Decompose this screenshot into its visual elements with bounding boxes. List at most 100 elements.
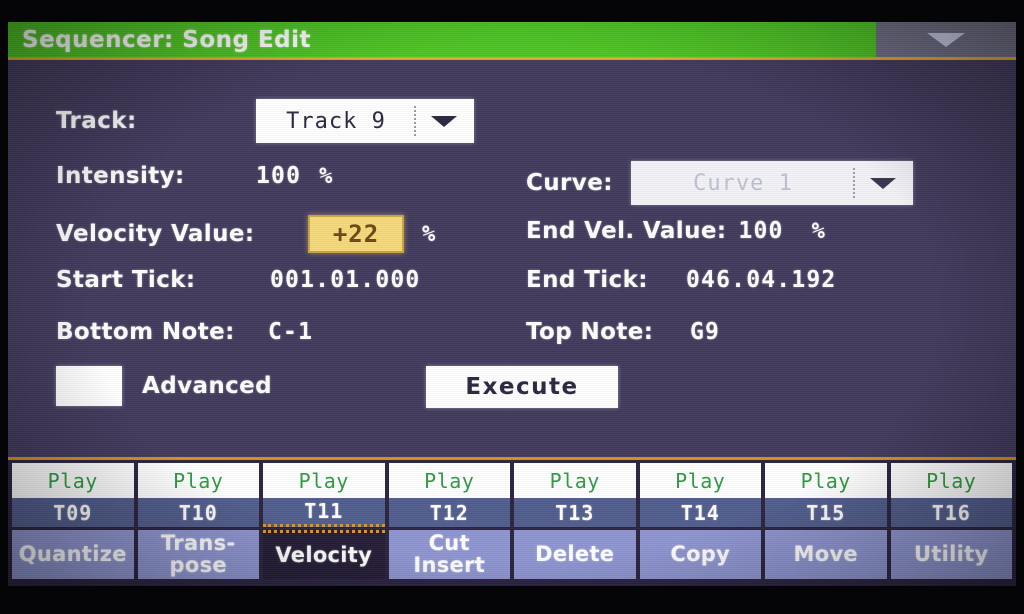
tab-label: Quantize — [18, 541, 127, 566]
track-name-label: T11 — [304, 499, 344, 523]
track-name-cell[interactable]: T09 — [12, 498, 134, 527]
chevron-down-icon — [431, 115, 457, 127]
track-combo-value: Track 9 — [286, 108, 386, 134]
bottom-note-value[interactable]: C-1 — [268, 319, 313, 345]
tab-quantize[interactable]: Quantize — [12, 530, 134, 579]
track-combo-arrow[interactable] — [416, 115, 472, 127]
track-name-cell[interactable]: T15 — [765, 498, 887, 527]
end-vel-value-unit: % — [811, 218, 825, 244]
bottom-note-label: Bottom Note: — [56, 319, 235, 345]
track-status-label: Play — [549, 468, 600, 493]
track-status-button[interactable]: Play — [890, 463, 1012, 498]
chevron-down-icon — [927, 32, 965, 47]
device-frame: Sequencer: Song Edit Track: Track 9 Inte… — [0, 0, 1024, 614]
track-name-label: T10 — [178, 500, 218, 525]
track-combo[interactable]: Track 9 — [256, 99, 474, 143]
track-status-label: Play — [675, 468, 726, 493]
lcd-screen: Sequencer: Song Edit Track: Track 9 Inte… — [8, 22, 1016, 586]
curve-label: Curve: — [526, 170, 613, 196]
execute-row: Execute — [426, 366, 618, 408]
tab-utility[interactable]: Utility — [890, 530, 1012, 579]
tab-cut-insert[interactable]: Cut Insert — [388, 530, 510, 579]
track-name-label: T13 — [555, 500, 595, 525]
page-menu-button[interactable] — [876, 22, 1016, 57]
track-label: Track: — [56, 108, 137, 134]
end-tick-row: End Tick: 046.04.192 — [526, 267, 836, 293]
top-note-label: Top Note: — [526, 319, 654, 345]
track-status-label: Play — [173, 468, 224, 493]
track-status-button[interactable]: Play — [514, 463, 636, 498]
end-tick-label: End Tick: — [526, 267, 648, 293]
velocity-value-label: Velocity Value: — [56, 221, 255, 247]
track-name-label: T16 — [931, 500, 971, 525]
track-status-label: Play — [800, 468, 851, 493]
tab-label: Trans- pose — [160, 530, 236, 577]
curve-combo[interactable]: Curve 1 — [631, 161, 913, 205]
end-vel-value-row: End Vel. Value: 100 % — [526, 218, 825, 244]
track-status-button[interactable]: Play — [12, 463, 134, 498]
track-name-cell[interactable]: T12 — [388, 498, 510, 527]
track-row: Track: Track 9 — [56, 99, 474, 143]
start-tick-label: Start Tick: — [56, 267, 196, 293]
tab-delete[interactable]: Delete — [514, 530, 636, 579]
bottom-note-row: Bottom Note: C-1 — [56, 319, 313, 345]
tab-trans-pose[interactable]: Trans- pose — [137, 530, 259, 579]
tab-label: Move — [793, 541, 858, 566]
curve-row: Curve: Curve 1 — [526, 161, 913, 205]
track-name-cell[interactable]: T14 — [639, 498, 761, 527]
tab-label: Cut Insert — [413, 530, 486, 577]
tab-move[interactable]: Move — [765, 530, 887, 579]
curve-combo-value: Curve 1 — [693, 170, 793, 196]
end-vel-value-label: End Vel. Value: — [526, 218, 727, 244]
track-name-row: T09 T10 T11 T12 T13 T14 T15 T16 — [8, 498, 1016, 527]
intensity-unit: % — [319, 163, 333, 189]
velocity-value-unit: % — [422, 221, 436, 247]
track-status-button[interactable]: Play — [137, 463, 259, 498]
track-status-label: Play — [47, 468, 98, 493]
start-tick-row: Start Tick: 001.01.000 — [56, 267, 420, 293]
track-name-label: T09 — [53, 500, 93, 525]
tab-label: Utility — [913, 541, 989, 566]
chevron-down-icon — [870, 177, 896, 189]
tab-label: Velocity — [275, 543, 373, 568]
advanced-checkbox[interactable] — [56, 366, 122, 406]
tab-velocity[interactable]: Velocity — [263, 530, 385, 579]
track-name-label: T14 — [680, 500, 720, 525]
track-status-button[interactable]: Play — [765, 463, 887, 498]
track-status-button[interactable]: Play — [639, 463, 761, 498]
top-note-row: Top Note: G9 — [526, 319, 720, 345]
track-status-button[interactable]: Play — [388, 463, 510, 498]
end-tick-value[interactable]: 046.04.192 — [686, 267, 836, 293]
tab-copy[interactable]: Copy — [639, 530, 761, 579]
page-title: Sequencer: Song Edit — [22, 26, 312, 53]
track-name-cell[interactable]: T11 — [263, 498, 385, 527]
intensity-label: Intensity: — [56, 163, 185, 189]
intensity-value[interactable]: 100 — [256, 163, 301, 189]
track-name-cell[interactable]: T10 — [137, 498, 259, 527]
track-status-label: Play — [424, 468, 475, 493]
end-vel-value-text[interactable]: 100 — [738, 218, 783, 244]
tab-label: Copy — [670, 541, 731, 566]
tab-label: Delete — [535, 541, 615, 566]
track-name-cell[interactable]: T16 — [890, 498, 1012, 527]
top-note-value[interactable]: G9 — [690, 319, 720, 345]
velocity-value-text: +22 — [332, 220, 380, 248]
title-bar: Sequencer: Song Edit — [8, 22, 1016, 60]
title-bar-green-area: Sequencer: Song Edit — [8, 22, 876, 57]
track-name-label: T15 — [806, 500, 846, 525]
advanced-row: Advanced — [56, 366, 272, 406]
velocity-value-row: Velocity Value: +22 % — [56, 215, 435, 253]
track-name-cell[interactable]: T13 — [514, 498, 636, 527]
tab-bar: Quantize Trans- pose Velocity Cut Insert Del… — [8, 527, 1016, 583]
intensity-row: Intensity: 100 % — [56, 163, 332, 189]
curve-combo-arrow[interactable] — [855, 177, 911, 189]
execute-button[interactable]: Execute — [426, 366, 618, 408]
advanced-label: Advanced — [142, 373, 273, 399]
bottom-strip: Play Play Play Play Play Play Play Play T09 T10 T… — [8, 457, 1016, 586]
execute-button-label: Execute — [465, 374, 579, 400]
track-status-label: Play — [298, 468, 349, 493]
start-tick-value[interactable]: 001.01.000 — [270, 267, 420, 293]
track-status-button[interactable]: Play — [263, 463, 385, 498]
velocity-value-field[interactable]: +22 — [308, 215, 404, 253]
edit-panel: Track: Track 9 Intensity: 100 % Curve: C… — [8, 63, 1016, 457]
